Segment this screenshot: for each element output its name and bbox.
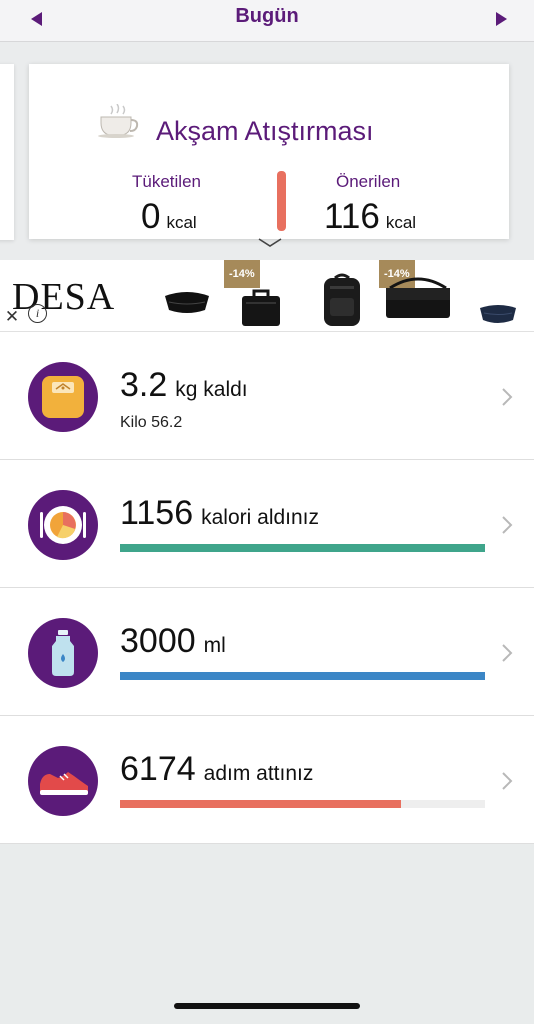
water-progress-fill: [120, 672, 485, 680]
water-unit: ml: [203, 634, 226, 657]
weight-icon-badge: [28, 362, 98, 432]
consumed-unit: kcal: [166, 213, 197, 232]
ad-product-waist-bag[interactable]: [163, 290, 211, 316]
tracker-list: 3.2 kg kaldı Kilo 56.2 1156 kalori aldınız: [0, 332, 534, 844]
steps-progress-fill: [120, 800, 402, 808]
calories-number: 1156: [120, 494, 194, 532]
calories-progress-track: [120, 544, 485, 552]
recommended-unit: kcal: [385, 213, 417, 232]
meal-card[interactable]: Akşam Atıştırması Tüketilen 0 kcal Öneril…: [29, 64, 509, 247]
weight-unit: kg kaldı: [175, 378, 248, 401]
ad-close-button[interactable]: ✕: [3, 308, 21, 326]
chevron-right-icon: [502, 516, 513, 534]
next-day-button[interactable]: [490, 8, 512, 30]
consumed-label: Tüketilen: [132, 172, 201, 191]
calories-value: 1156 kalori aldınız: [120, 494, 319, 533]
calories-unit: kalori aldınız: [201, 506, 320, 529]
ad-product-backpack[interactable]: [320, 272, 364, 328]
ad-product-messenger-bag[interactable]: [384, 274, 452, 320]
meal-carousel[interactable]: Akşam Atıştırması Tüketilen 0 kcal Öneril…: [0, 42, 534, 260]
meal-progress-bar: [277, 171, 286, 231]
water-number: 3000: [120, 622, 196, 660]
steps-value: 6174 adım attınız: [120, 750, 313, 789]
ad-product-laptop-bag[interactable]: [240, 286, 282, 328]
steps-unit: adım attınız: [203, 762, 314, 785]
plate-icon: [40, 506, 86, 544]
ad-banner[interactable]: DESA ✕ i -14% -14%: [0, 260, 534, 332]
water-progress-track: [120, 672, 485, 680]
water-value: 3000 ml: [120, 622, 226, 661]
chevron-right-icon: [502, 388, 513, 406]
water-bottle-icon: [52, 630, 74, 676]
home-indicator[interactable]: [174, 1003, 360, 1009]
steps-icon-badge: [28, 746, 98, 816]
consumed-value: 0 kcal: [141, 197, 197, 237]
water-row[interactable]: 3000 ml: [0, 588, 534, 716]
previous-meal-card[interactable]: [0, 64, 14, 240]
calories-row[interactable]: 1156 kalori aldınız: [0, 460, 534, 588]
scale-icon: [42, 376, 84, 418]
weight-number: 3.2: [120, 366, 168, 404]
weight-row[interactable]: 3.2 kg kaldı Kilo 56.2: [0, 332, 534, 460]
weight-subtitle: Kilo 56.2: [120, 414, 183, 431]
recommended-value: 116 kcal: [324, 197, 416, 237]
ad-product-belt-bag[interactable]: [478, 304, 518, 326]
discount-badge: -14%: [224, 260, 260, 288]
recommended-label: Önerilen: [336, 172, 401, 191]
date-nav-bar: Bugün: [0, 0, 534, 42]
water-icon-badge: [28, 618, 98, 688]
teacup-icon: [98, 104, 139, 138]
steps-number: 6174: [120, 750, 196, 788]
recommended-number: 116: [324, 197, 380, 236]
triangle-right-icon: [496, 12, 507, 26]
chevron-down-icon[interactable]: [256, 236, 284, 250]
ad-info-icon[interactable]: i: [28, 304, 47, 323]
steps-row[interactable]: 6174 adım attınız: [0, 716, 534, 844]
steps-progress-track: [120, 800, 485, 808]
calories-progress-fill: [120, 544, 485, 552]
weight-value: 3.2 kg kaldı: [120, 366, 248, 405]
chevron-right-icon: [502, 772, 513, 790]
date-title: Bugün: [235, 5, 299, 27]
meal-title: Akşam Atıştırması: [156, 116, 374, 146]
consumed-number: 0: [141, 197, 161, 236]
sneaker-icon: [40, 772, 88, 795]
calories-icon-badge: [28, 490, 98, 560]
chevron-right-icon: [502, 644, 513, 662]
